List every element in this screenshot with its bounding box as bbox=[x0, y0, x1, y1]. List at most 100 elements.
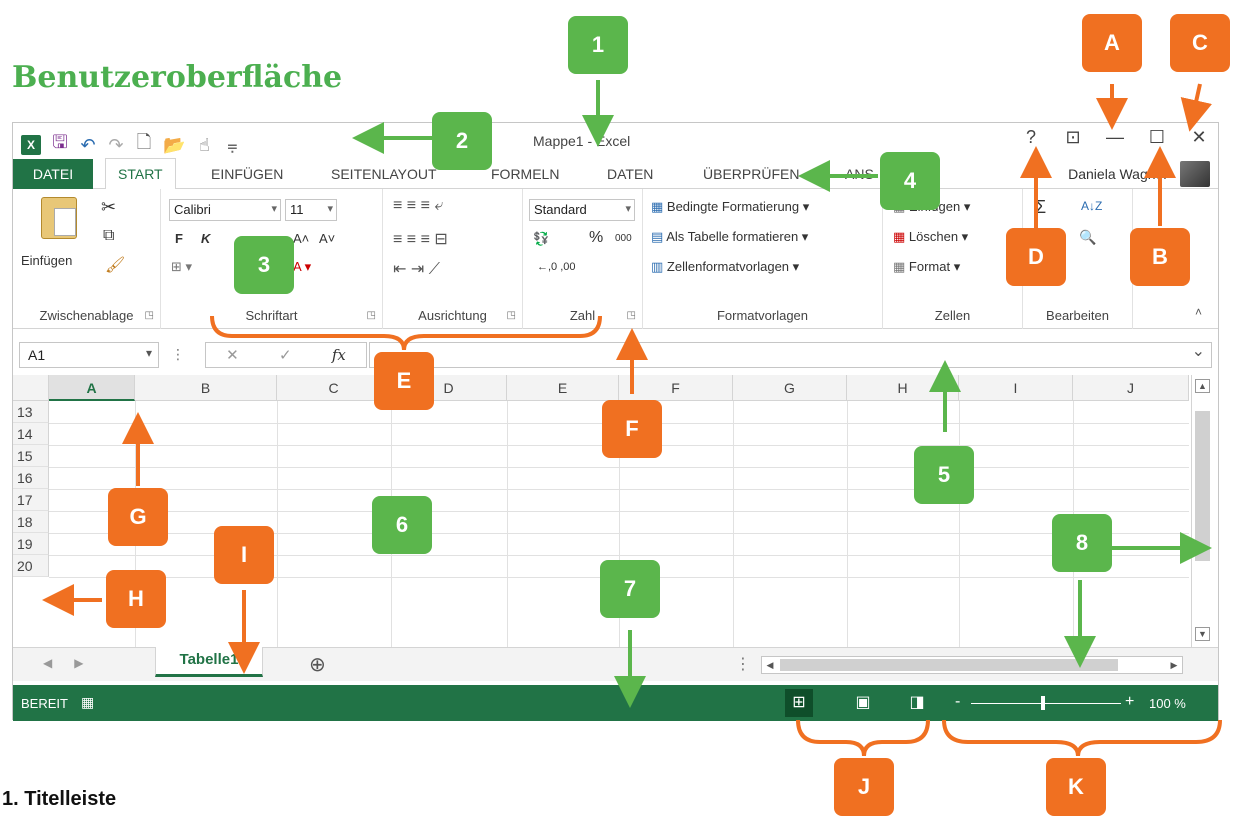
paste-icon[interactable] bbox=[41, 197, 77, 239]
align-left-icon[interactable]: ≡ ≡ ≡ ⊟ bbox=[393, 229, 448, 249]
tab-page-layout[interactable]: SEITENLAYOUT bbox=[331, 166, 437, 182]
zoom-out-button[interactable]: - bbox=[955, 693, 960, 711]
format-painter-icon[interactable]: 🖌 bbox=[105, 255, 125, 275]
tab-file[interactable]: DATEI bbox=[13, 159, 93, 189]
touch-mode-icon[interactable]: ☝ bbox=[195, 135, 213, 156]
row-header[interactable]: 15 bbox=[13, 445, 49, 467]
format-as-table-button[interactable]: ▤ Als Tabelle formatieren ▾ bbox=[651, 229, 808, 245]
open-folder-icon[interactable]: 📂 bbox=[163, 135, 185, 156]
tab-start[interactable]: START bbox=[105, 158, 176, 190]
font-color-icon[interactable]: A ▾ bbox=[293, 259, 311, 275]
next-sheet-icon[interactable]: ▶ bbox=[74, 656, 105, 670]
sort-filter-button[interactable]: A↓Z bbox=[1081, 199, 1102, 213]
scroll-right-icon[interactable]: ▶ bbox=[1167, 658, 1181, 672]
row-header[interactable]: 18 bbox=[13, 511, 49, 533]
conditional-formatting-button[interactable]: ▦ Bedingte Formatierung ▾ bbox=[651, 199, 809, 215]
column-header[interactable]: G bbox=[733, 375, 847, 401]
percent-button[interactable]: % bbox=[589, 229, 603, 247]
tab-data[interactable]: DATEN bbox=[607, 166, 653, 182]
border-icon[interactable]: ⊞ ▾ bbox=[171, 259, 192, 275]
autosum-button[interactable]: Σ bbox=[1035, 197, 1046, 218]
zoom-slider-thumb[interactable] bbox=[1041, 696, 1045, 710]
macro-record-icon[interactable]: ▦ bbox=[81, 694, 94, 711]
row-header[interactable]: 13 bbox=[13, 401, 49, 423]
shrink-font-button[interactable]: A˅ bbox=[319, 231, 335, 246]
help-icon[interactable]: ? bbox=[1020, 127, 1042, 148]
new-document-icon[interactable]: 🗋 bbox=[135, 130, 153, 160]
column-header[interactable]: I bbox=[959, 375, 1073, 401]
name-box[interactable]: A1 bbox=[19, 342, 159, 368]
maximize-icon[interactable]: ☐ bbox=[1146, 127, 1168, 148]
formula-bar-separator[interactable]: ⋮ bbox=[171, 346, 185, 363]
column-header[interactable]: E bbox=[507, 375, 619, 401]
hscroll-split-handle[interactable]: ⋮ bbox=[735, 654, 751, 674]
vertical-scroll-thumb[interactable] bbox=[1195, 411, 1210, 561]
align-top-icon[interactable]: ≡ ≡ ≡ ⤶ bbox=[393, 197, 443, 215]
cell-styles-button[interactable]: ▥ Zellenformatvorlagen ▾ bbox=[651, 259, 799, 275]
number-format-combo[interactable]: Standard bbox=[529, 199, 635, 221]
formula-input[interactable] bbox=[369, 341, 1212, 368]
page-layout-view-icon[interactable]: ▣ bbox=[849, 689, 877, 717]
row-header[interactable]: 17 bbox=[13, 489, 49, 511]
zoom-in-button[interactable]: + bbox=[1125, 693, 1134, 711]
delete-cells-button[interactable]: ▦ Löschen ▾ bbox=[893, 229, 968, 245]
font-name-combo[interactable]: Calibri bbox=[169, 199, 281, 221]
tab-insert[interactable]: EINFÜGEN bbox=[211, 166, 283, 182]
redo-icon[interactable]: ↷ bbox=[107, 135, 125, 156]
tab-review[interactable]: ÜBERPRÜFEN bbox=[703, 166, 799, 182]
indent-icon[interactable]: ⇤ ⇥ ⟋ bbox=[393, 259, 440, 279]
zoom-level[interactable]: 100 % bbox=[1149, 696, 1186, 711]
find-select-icon[interactable]: 🔍 bbox=[1079, 229, 1096, 246]
cut-icon[interactable]: ✂ bbox=[101, 197, 116, 218]
thousands-button[interactable]: 000 bbox=[615, 233, 632, 244]
normal-view-icon[interactable]: ⊞ bbox=[785, 689, 813, 717]
horizontal-scroll-thumb[interactable] bbox=[780, 659, 1118, 671]
save-icon[interactable]: 🖫 bbox=[51, 130, 69, 160]
customize-dropdown-icon[interactable]: ⩦ bbox=[223, 135, 241, 156]
undo-icon[interactable]: ↶ bbox=[79, 135, 97, 156]
clipboard-launcher-icon[interactable]: ◳ bbox=[145, 310, 154, 321]
tab-formulas[interactable]: FORMELN bbox=[491, 166, 559, 182]
currency-icon[interactable]: 💱 bbox=[533, 231, 549, 247]
insert-function-icon[interactable]: fx bbox=[332, 346, 346, 364]
column-header[interactable]: B bbox=[135, 375, 277, 401]
scroll-up-icon[interactable]: ▲ bbox=[1195, 379, 1210, 393]
grow-font-button[interactable]: A˄ bbox=[293, 231, 309, 246]
prev-sheet-icon[interactable]: ◀ bbox=[43, 656, 74, 670]
column-header[interactable]: H bbox=[847, 375, 959, 401]
font-launcher-icon[interactable]: ◳ bbox=[367, 310, 376, 321]
horizontal-scrollbar[interactable]: ◀ ▶ bbox=[761, 656, 1183, 674]
format-cells-button[interactable]: ▦ Format ▾ bbox=[893, 259, 960, 275]
user-name[interactable]: Daniela Wagner bbox=[1068, 166, 1168, 182]
tab-view[interactable]: ANS bbox=[845, 166, 874, 182]
close-icon[interactable]: ✕ bbox=[1188, 127, 1210, 148]
row-header[interactable]: 19 bbox=[13, 533, 49, 555]
sheet-tab[interactable]: Tabelle1 bbox=[155, 647, 263, 677]
italic-button[interactable]: K bbox=[201, 231, 210, 246]
excel-icon[interactable]: X bbox=[21, 135, 41, 155]
avatar[interactable] bbox=[1180, 161, 1210, 187]
row-header[interactable]: 14 bbox=[13, 423, 49, 445]
font-size-combo[interactable]: 11 bbox=[285, 199, 337, 221]
bold-button[interactable]: F bbox=[175, 231, 183, 246]
minimize-icon[interactable]: — bbox=[1104, 127, 1126, 148]
row-header[interactable]: 20 bbox=[13, 555, 49, 577]
vertical-scrollbar[interactable]: ▲ ▼ bbox=[1191, 375, 1213, 647]
decimals-buttons[interactable]: ←,0 ,00 bbox=[537, 261, 576, 273]
copy-icon[interactable]: ⧉ bbox=[103, 227, 114, 245]
ribbon-display-icon[interactable]: ⊡ bbox=[1062, 127, 1084, 148]
column-header[interactable]: F bbox=[619, 375, 733, 401]
enter-icon[interactable]: ✓ bbox=[279, 346, 292, 364]
column-header[interactable]: J bbox=[1073, 375, 1189, 401]
number-launcher-icon[interactable]: ◳ bbox=[627, 310, 636, 321]
paste-button[interactable]: Einfügen bbox=[21, 253, 72, 268]
cancel-icon[interactable]: ✕ bbox=[226, 346, 239, 364]
page-break-view-icon[interactable]: ◨ bbox=[903, 689, 931, 717]
add-sheet-icon[interactable]: ⊕ bbox=[309, 652, 326, 677]
scroll-left-icon[interactable]: ◀ bbox=[763, 658, 777, 672]
collapse-ribbon-icon[interactable]: ˄ bbox=[1195, 305, 1202, 319]
alignment-launcher-icon[interactable]: ◳ bbox=[507, 310, 516, 321]
zoom-slider[interactable] bbox=[971, 703, 1121, 704]
column-header[interactable]: A bbox=[49, 375, 135, 401]
scroll-down-icon[interactable]: ▼ bbox=[1195, 627, 1210, 641]
